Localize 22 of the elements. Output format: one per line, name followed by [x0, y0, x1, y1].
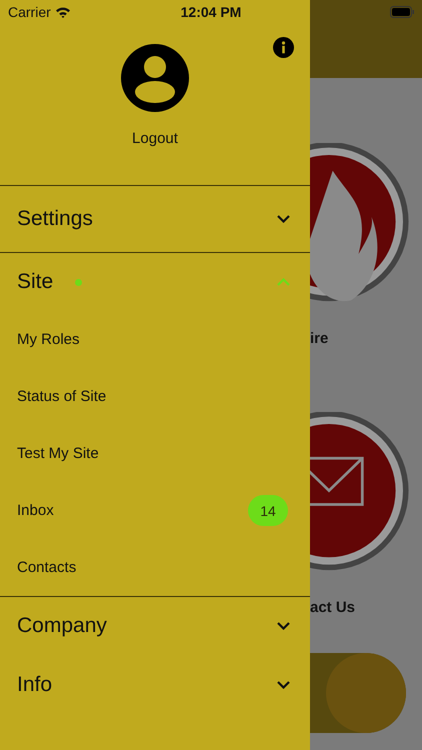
menu-item[interactable]: Inbox	[17, 502, 54, 519]
carrier-label: Carrier	[8, 4, 51, 20]
logout-button[interactable]: Logout	[132, 130, 178, 147]
chevron-down-icon[interactable]	[277, 622, 290, 630]
chevron-down-icon[interactable]	[277, 215, 290, 223]
wifi-icon	[54, 6, 71, 18]
section-title[interactable]: Company	[17, 614, 107, 638]
menu-item[interactable]: My Roles	[17, 331, 80, 348]
battery-icon	[390, 6, 414, 18]
status-time: 12:04 PM	[180, 4, 242, 20]
count-badge: 14	[248, 495, 288, 526]
menu-item[interactable]: Test My Site	[17, 445, 99, 462]
section-title[interactable]: Site	[17, 270, 54, 294]
button-label: act Us	[310, 599, 356, 616]
avatar-icon[interactable]	[121, 44, 189, 112]
menu-item[interactable]: Contacts	[17, 559, 76, 576]
info-icon[interactable]	[273, 37, 294, 58]
section-title[interactable]: Settings	[17, 207, 93, 231]
chevron-down-icon[interactable]	[277, 681, 290, 689]
section-title[interactable]: Info	[17, 673, 52, 697]
menu-item[interactable]: Status of Site	[17, 388, 106, 405]
button-label: ire	[310, 330, 328, 347]
